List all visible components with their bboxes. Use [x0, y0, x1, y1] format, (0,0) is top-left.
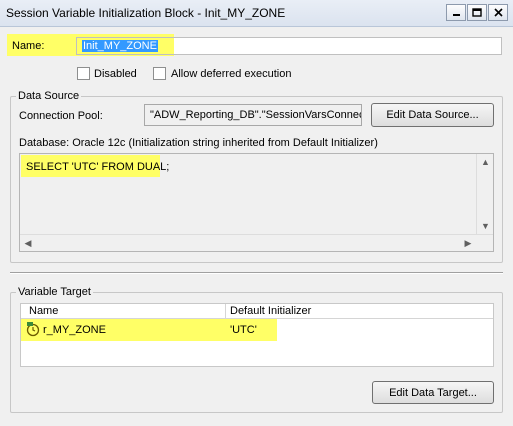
variable-target-legend: Variable Target — [16, 286, 93, 298]
connection-pool-value: "ADW_Reporting_DB"."SessionVarsConnecti — [150, 109, 362, 121]
edit-data-source-button[interactable]: Edit Data Source... — [371, 103, 494, 127]
connection-pool-field[interactable]: "ADW_Reporting_DB"."SessionVarsConnecti — [144, 104, 362, 126]
table-row[interactable]: r_MY_ZONE 'UTC' — [21, 319, 277, 341]
close-icon — [493, 8, 503, 17]
minimize-button[interactable] — [446, 4, 466, 21]
sql-horizontal-scrollbar[interactable]: ◀ ▶ — [20, 234, 493, 251]
column-header-name[interactable]: Name — [29, 305, 58, 317]
scroll-up-arrow-icon[interactable]: ▲ — [477, 154, 493, 170]
sql-text: SELECT 'UTC' FROM DUAL; — [26, 161, 170, 173]
deferred-checkbox[interactable] — [153, 67, 166, 80]
maximize-icon — [472, 8, 482, 17]
close-button[interactable] — [488, 4, 508, 21]
maximize-button[interactable] — [467, 4, 487, 21]
title-bar: Session Variable Initialization Block - … — [0, 0, 513, 27]
scroll-down-arrow-icon[interactable]: ▼ — [477, 218, 493, 234]
variable-table: Name Default Initializer r_MY_ZONE 'UTC' — [20, 303, 494, 367]
name-label: Name: — [12, 40, 45, 52]
sql-textarea[interactable]: SELECT 'UTC' FROM DUAL; ▲ ▼ ◀ ▶ — [19, 153, 494, 252]
data-source-legend: Data Source — [16, 90, 82, 102]
disabled-label: Disabled — [94, 68, 137, 80]
scroll-left-arrow-icon[interactable]: ◀ — [20, 235, 36, 251]
deferred-label: Allow deferred execution — [171, 68, 292, 80]
disabled-checkbox[interactable] — [77, 67, 90, 80]
database-info: Database: Oracle 12c (Initialization str… — [19, 137, 378, 149]
column-header-default[interactable]: Default Initializer — [230, 305, 311, 317]
divider — [10, 272, 503, 274]
name-value: Init_MY_ZONE — [82, 40, 158, 52]
row-variable-name: r_MY_ZONE — [43, 324, 106, 336]
name-field-bg — [174, 38, 501, 54]
sql-vertical-scrollbar[interactable]: ▲ ▼ — [476, 154, 493, 234]
table-header: Name Default Initializer — [21, 304, 493, 319]
session-variable-icon — [26, 322, 40, 337]
scroll-right-arrow-icon[interactable]: ▶ — [460, 235, 476, 251]
row-default-initializer: 'UTC' — [230, 324, 257, 336]
window-title: Session Variable Initialization Block - … — [6, 6, 286, 20]
column-divider — [225, 304, 226, 318]
minimize-icon — [452, 14, 460, 16]
connection-pool-label: Connection Pool: — [19, 110, 103, 122]
edit-data-target-button[interactable]: Edit Data Target... — [372, 381, 494, 404]
